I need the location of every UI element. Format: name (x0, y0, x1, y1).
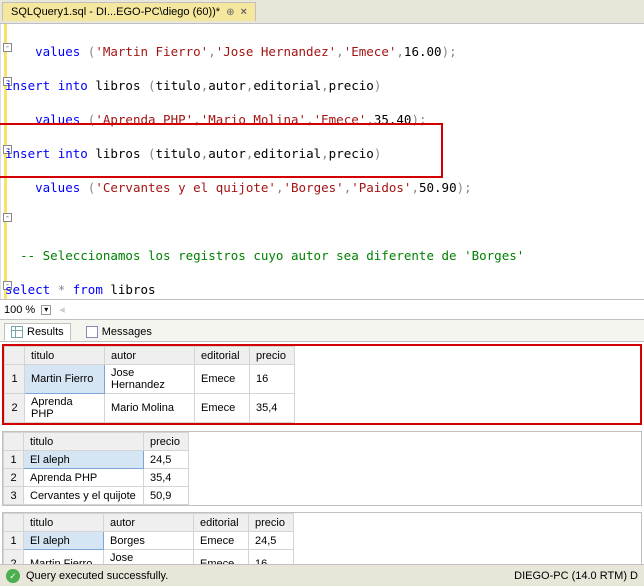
zoom-bar: 100 % ▾ ◂ (0, 300, 644, 320)
row-num[interactable]: 1 (4, 451, 24, 469)
cell[interactable]: Jose Hernandez (104, 550, 194, 565)
results-pane[interactable]: titulo autor editorial precio 1 Martin F… (0, 342, 644, 564)
editor: - - - - - values ('Martin Fierro','Jose … (0, 24, 644, 300)
cell[interactable]: Jose Hernandez (105, 365, 195, 394)
cell[interactable]: Emece (194, 532, 249, 550)
close-icon[interactable]: × (240, 6, 246, 18)
row-num[interactable]: 2 (5, 394, 25, 423)
status-server: DIEGO-PC (14.0 RTM) D (514, 570, 638, 582)
row-num[interactable]: 1 (4, 532, 24, 550)
tab-messages[interactable]: Messages (79, 323, 159, 341)
pin-icon[interactable]: ⊕ (226, 7, 234, 18)
zoom-dropdown-icon[interactable]: ▾ (41, 305, 51, 315)
col-header[interactable]: editorial (194, 514, 249, 532)
col-header[interactable]: titulo (24, 433, 144, 451)
cell[interactable]: Martin Fierro (25, 365, 105, 394)
table-row[interactable]: 2 Aprenda PHP Mario Molina Emece 35,4 (5, 394, 295, 423)
cell[interactable]: Cervantes y el quijote (24, 487, 144, 505)
col-header[interactable]: precio (250, 347, 295, 365)
col-header[interactable]: titulo (24, 514, 104, 532)
cell[interactable]: Emece (194, 550, 249, 565)
cell[interactable]: Mario Molina (105, 394, 195, 423)
cell[interactable]: Emece (195, 365, 250, 394)
result-grid-3: titulo autor editorial precio 1 El aleph… (2, 512, 642, 564)
cell[interactable]: Martin Fierro (24, 550, 104, 565)
table-row[interactable]: 1 El aleph 24,5 (4, 451, 189, 469)
cell[interactable]: Aprenda PHP (24, 469, 144, 487)
success-icon: ✓ (6, 569, 20, 583)
col-header[interactable]: precio (249, 514, 294, 532)
col-header[interactable]: precio (144, 433, 189, 451)
row-num[interactable]: 2 (4, 550, 24, 565)
tab-messages-label: Messages (102, 326, 152, 338)
cell[interactable]: 16 (249, 550, 294, 565)
zoom-level[interactable]: 100 % (4, 304, 35, 316)
drag-handle-icon[interactable]: ◂ (59, 303, 65, 316)
row-num[interactable]: 1 (5, 365, 25, 394)
cell[interactable]: 35,4 (250, 394, 295, 423)
table-row[interactable]: 1 Martin Fierro Jose Hernandez Emece 16 (5, 365, 295, 394)
row-num[interactable]: 2 (4, 469, 24, 487)
tab-bar: SQLQuery1.sql - DI...EGO-PC\diego (60))*… (0, 0, 644, 24)
cell[interactable]: 35,4 (144, 469, 189, 487)
col-header[interactable]: autor (104, 514, 194, 532)
result-grid-2: titulo precio 1 El aleph 24,5 2 Aprenda … (2, 431, 642, 506)
col-header[interactable]: editorial (195, 347, 250, 365)
corner-cell[interactable] (5, 347, 25, 365)
status-message: Query executed successfully. (26, 570, 168, 582)
cell[interactable]: El aleph (24, 451, 144, 469)
grid-icon (11, 326, 23, 338)
cell[interactable]: 50,9 (144, 487, 189, 505)
cell[interactable]: Borges (104, 532, 194, 550)
cell[interactable]: Aprenda PHP (25, 394, 105, 423)
code-area[interactable]: values ('Martin Fierro','Jose Hernandez'… (1, 24, 644, 299)
corner-cell[interactable] (4, 514, 24, 532)
results-tab-bar: Results Messages (0, 320, 644, 342)
cell[interactable]: Emece (195, 394, 250, 423)
cell[interactable]: 24,5 (249, 532, 294, 550)
file-tab[interactable]: SQLQuery1.sql - DI...EGO-PC\diego (60))*… (2, 2, 256, 21)
tab-title: SQLQuery1.sql - DI...EGO-PC\diego (60))* (11, 6, 220, 18)
corner-cell[interactable] (4, 433, 24, 451)
col-header[interactable]: titulo (25, 347, 105, 365)
tab-results-label: Results (27, 326, 64, 338)
cell[interactable]: 24,5 (144, 451, 189, 469)
cell[interactable]: El aleph (24, 532, 104, 550)
table-row[interactable]: 2 Aprenda PHP 35,4 (4, 469, 189, 487)
result-grid-1: titulo autor editorial precio 1 Martin F… (2, 344, 642, 425)
messages-icon (86, 326, 98, 338)
table-row[interactable]: 2 Martin Fierro Jose Hernandez Emece 16 (4, 550, 294, 565)
col-header[interactable]: autor (105, 347, 195, 365)
status-bar: ✓ Query executed successfully. DIEGO-PC … (0, 564, 644, 586)
table-row[interactable]: 3 Cervantes y el quijote 50,9 (4, 487, 189, 505)
row-num[interactable]: 3 (4, 487, 24, 505)
table-row[interactable]: 1 El aleph Borges Emece 24,5 (4, 532, 294, 550)
tab-results[interactable]: Results (4, 323, 71, 341)
cell[interactable]: 16 (250, 365, 295, 394)
